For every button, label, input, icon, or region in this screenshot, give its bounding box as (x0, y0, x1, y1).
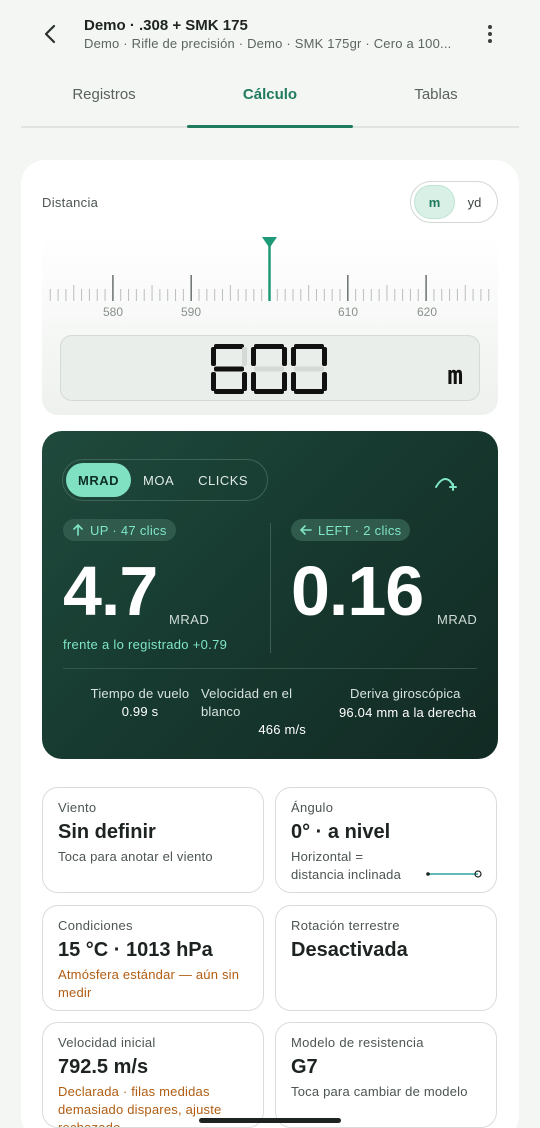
tab-bar: Registros Cálculo Tablas (21, 72, 519, 128)
tile-value: Desactivada (291, 939, 408, 961)
level-line-icon (426, 870, 482, 878)
windage-value: 0.16 (291, 552, 424, 630)
tile-value: 792.5 m/s (58, 1056, 149, 1078)
tile-label: Velocidad inicial (58, 1035, 156, 1050)
trajectory-icon[interactable] (434, 473, 460, 498)
tile-label: Condiciones (58, 918, 133, 933)
distance-ruler[interactable]: 580 590 610 620 m (42, 235, 498, 415)
distance-lcd-display: m (60, 335, 480, 401)
windage-chip-text: LEFT · 2 clics (318, 522, 402, 538)
tile-label: Modelo de resistencia (291, 1035, 424, 1050)
lcd-digit (291, 344, 327, 394)
app-bar: Demo · .308 + SMK 175 Demo · Rifle de pr… (0, 0, 540, 70)
ruler-tick-label: 610 (338, 305, 358, 319)
elevation-unit: MRAD (169, 612, 210, 627)
tile-label: Ángulo (291, 800, 334, 815)
tile-sub: Atmósfera estándar — aún sin medir (58, 967, 240, 1000)
stat-label: Tiempo de vuelo (90, 686, 190, 701)
distance-unit-toggle: m yd (410, 181, 498, 223)
tile-wind[interactable]: Viento Sin definir Toca para anotar el v… (42, 787, 264, 893)
tile-value: G7 (291, 1056, 318, 1078)
lcd-digit (211, 344, 247, 394)
stat-spin-drift: Deriva giroscópica 96.04 mm a la derecha (339, 685, 479, 723)
tab-tablas[interactable]: Tablas (353, 72, 519, 126)
tile-value: 15 °C · 1013 hPa (58, 939, 213, 961)
tile-label: Viento (58, 800, 97, 815)
unit-option-yd[interactable]: yd (455, 185, 494, 219)
tile-value: 0° · a nivel (291, 821, 391, 843)
home-indicator[interactable] (199, 1118, 341, 1123)
windage-unit: MRAD (437, 612, 478, 627)
mode-moa[interactable]: MOA (131, 463, 186, 497)
stat-time-of-flight: Tiempo de vuelo 0.99 s (80, 685, 200, 721)
more-vert-icon[interactable] (478, 20, 502, 48)
elevation-chip-text: UP · 47 clics (90, 522, 167, 538)
tile-muzzle-velocity[interactable]: Velocidad inicial 792.5 m/s Declarada · … (42, 1022, 264, 1128)
compare-registered: frente a lo registrado +0.79 (63, 637, 228, 652)
tile-sub: Toca para cambiar de modelo (291, 1084, 468, 1099)
arrow-left-icon (300, 525, 312, 535)
tab-calculo[interactable]: Cálculo (187, 72, 353, 128)
ruler-tick-label: 620 (417, 305, 437, 319)
mode-clicks[interactable]: CLICKS (186, 463, 260, 497)
stat-target-velocity: Velocidad en el blanco 466 m/s (201, 685, 306, 739)
stats-divider (63, 668, 477, 669)
back-arrow-icon[interactable] (36, 20, 64, 48)
stat-value: 96.04 mm a la derecha (339, 705, 477, 720)
tile-label: Rotación terrestre (291, 918, 400, 933)
tile-value: Sin definir (58, 821, 156, 843)
page-title: Demo · .308 + SMK 175 (84, 17, 248, 34)
page-subtitle: Demo · Rifle de precisión · Demo · SMK 1… (84, 36, 452, 51)
stat-value: 466 m/s (258, 722, 306, 737)
unit-option-m[interactable]: m (414, 185, 455, 219)
elevation-value: 4.7 (63, 552, 158, 630)
tab-registros[interactable]: Registros (21, 72, 187, 126)
distance-label: Distancia (42, 195, 99, 210)
elevation-chip: UP · 47 clics (63, 519, 176, 541)
lcd-digits (211, 344, 327, 394)
mode-mrad[interactable]: MRAD (66, 463, 131, 497)
stat-label: Deriva giroscópica (350, 686, 461, 701)
result-panel: MRAD MOA CLICKS UP · 47 clics LEFT · 2 c… (42, 431, 498, 759)
ruler-scale[interactable]: 580 590 610 620 (42, 235, 498, 335)
stat-value: 0.99 s (121, 704, 159, 719)
arrow-up-icon (73, 524, 83, 536)
tile-sub: Horizontal = distancia inclinada (291, 849, 402, 882)
tile-earth-rotation[interactable]: Rotación terrestre Desactivada (275, 905, 497, 1011)
unit-mode-selector: MRAD MOA CLICKS (62, 459, 268, 501)
result-divider (270, 523, 271, 653)
ruler-tick-label: 580 (103, 305, 123, 319)
lcd-digit (251, 344, 287, 394)
tile-sub: Toca para anotar el viento (58, 849, 213, 864)
tile-drag-model[interactable]: Modelo de resistencia G7 Toca para cambi… (275, 1022, 497, 1128)
stat-label: Velocidad en el blanco (201, 686, 293, 719)
lcd-unit: m (447, 361, 463, 391)
tile-angle[interactable]: Ángulo 0° · a nivel Horizontal = distanc… (275, 787, 497, 893)
ruler-tick-label: 590 (181, 305, 201, 319)
windage-chip: LEFT · 2 clics (291, 519, 411, 541)
tile-conditions[interactable]: Condiciones 15 °C · 1013 hPa Atmósfera e… (42, 905, 264, 1011)
